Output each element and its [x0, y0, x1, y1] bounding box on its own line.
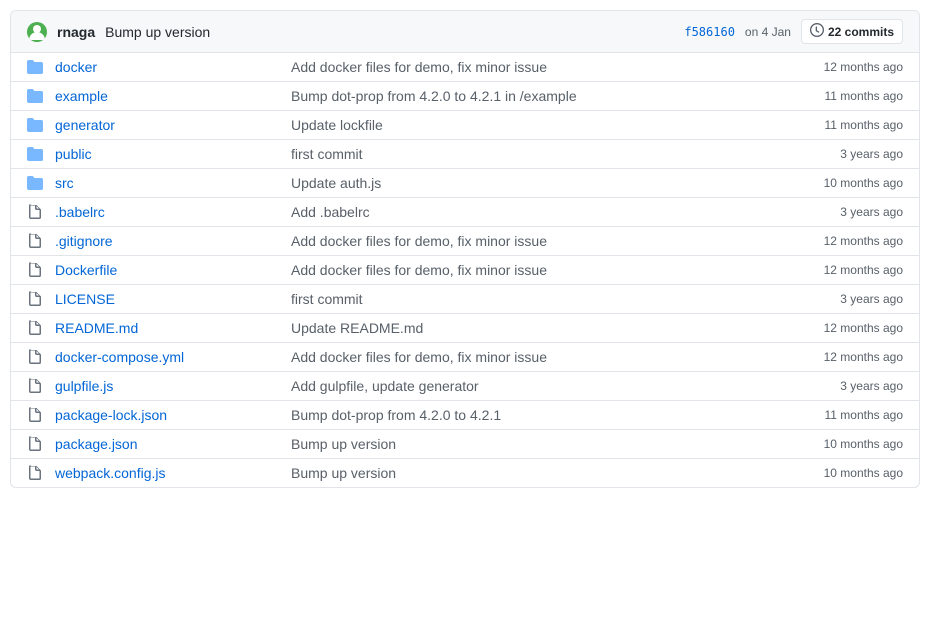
- file-commit-message[interactable]: Add docker files for demo, fix minor iss…: [275, 349, 793, 365]
- file-commit-message[interactable]: first commit: [275, 146, 793, 162]
- file-commit-message[interactable]: Bump up version: [275, 436, 793, 452]
- table-row: package.jsonBump up version10 months ago: [11, 430, 919, 459]
- table-row: gulpfile.jsAdd gulpfile, update generato…: [11, 372, 919, 401]
- folder-icon: [27, 175, 55, 191]
- table-row: webpack.config.jsBump up version10 month…: [11, 459, 919, 487]
- folder-icon: [27, 117, 55, 133]
- file-age: 12 months ago: [793, 60, 903, 74]
- file-name[interactable]: webpack.config.js: [55, 465, 275, 481]
- file-icon: [27, 291, 55, 307]
- commits-count-label: 22 commits: [828, 25, 894, 39]
- file-age: 12 months ago: [793, 234, 903, 248]
- file-icon: [27, 465, 55, 481]
- table-row: package-lock.jsonBump dot-prop from 4.2.…: [11, 401, 919, 430]
- file-name[interactable]: .gitignore: [55, 233, 275, 249]
- file-commit-message[interactable]: Add docker files for demo, fix minor iss…: [275, 262, 793, 278]
- file-age: 3 years ago: [793, 205, 903, 219]
- file-name[interactable]: package-lock.json: [55, 407, 275, 423]
- file-age: 12 months ago: [793, 321, 903, 335]
- table-row: docker-compose.ymlAdd docker files for d…: [11, 343, 919, 372]
- table-row: publicfirst commit3 years ago: [11, 140, 919, 169]
- file-name[interactable]: LICENSE: [55, 291, 275, 307]
- table-row: srcUpdate auth.js10 months ago: [11, 169, 919, 198]
- clock-icon: [810, 23, 824, 40]
- avatar: [27, 22, 47, 42]
- commits-count-badge[interactable]: 22 commits: [801, 19, 903, 44]
- latest-commit-header: rnaga Bump up version f586160 on 4 Jan 2…: [11, 11, 919, 53]
- file-icon: [27, 204, 55, 220]
- table-row: .babelrcAdd .babelrc3 years ago: [11, 198, 919, 227]
- file-age: 12 months ago: [793, 263, 903, 277]
- file-age: 10 months ago: [793, 176, 903, 190]
- file-name[interactable]: Dockerfile: [55, 262, 275, 278]
- file-age: 11 months ago: [793, 408, 903, 422]
- file-name[interactable]: example: [55, 88, 275, 104]
- file-name[interactable]: docker-compose.yml: [55, 349, 275, 365]
- folder-icon: [27, 88, 55, 104]
- table-row: exampleBump dot-prop from 4.2.0 to 4.2.1…: [11, 82, 919, 111]
- file-age: 3 years ago: [793, 379, 903, 393]
- table-row: .gitignoreAdd docker files for demo, fix…: [11, 227, 919, 256]
- file-commit-message[interactable]: first commit: [275, 291, 793, 307]
- file-name[interactable]: docker: [55, 59, 275, 75]
- commit-author[interactable]: rnaga: [57, 24, 95, 40]
- file-commit-message[interactable]: Update README.md: [275, 320, 793, 336]
- file-commit-message[interactable]: Update lockfile: [275, 117, 793, 133]
- file-age: 3 years ago: [793, 292, 903, 306]
- file-icon: [27, 233, 55, 249]
- commit-date: on 4 Jan: [745, 25, 791, 39]
- file-commit-message[interactable]: Add gulpfile, update generator: [275, 378, 793, 394]
- file-commit-message[interactable]: Bump dot-prop from 4.2.0 to 4.2.1 in /ex…: [275, 88, 793, 104]
- file-age: 3 years ago: [793, 147, 903, 161]
- table-row: dockerAdd docker files for demo, fix min…: [11, 53, 919, 82]
- commit-message: Bump up version: [105, 24, 210, 40]
- files-list: dockerAdd docker files for demo, fix min…: [11, 53, 919, 487]
- file-age: 10 months ago: [793, 437, 903, 451]
- file-name[interactable]: .babelrc: [55, 204, 275, 220]
- file-commit-message[interactable]: Bump dot-prop from 4.2.0 to 4.2.1: [275, 407, 793, 423]
- file-icon: [27, 436, 55, 452]
- file-name[interactable]: package.json: [55, 436, 275, 452]
- file-icon: [27, 378, 55, 394]
- file-icon: [27, 407, 55, 423]
- file-commit-message[interactable]: Bump up version: [275, 465, 793, 481]
- folder-icon: [27, 59, 55, 75]
- file-commit-message[interactable]: Update auth.js: [275, 175, 793, 191]
- file-icon: [27, 262, 55, 278]
- file-commit-message[interactable]: Add .babelrc: [275, 204, 793, 220]
- table-row: README.mdUpdate README.md12 months ago: [11, 314, 919, 343]
- table-row: DockerfileAdd docker files for demo, fix…: [11, 256, 919, 285]
- file-name[interactable]: src: [55, 175, 275, 191]
- file-commit-message[interactable]: Add docker files for demo, fix minor iss…: [275, 59, 793, 75]
- file-icon: [27, 320, 55, 336]
- file-name[interactable]: gulpfile.js: [55, 378, 275, 394]
- repo-file-table: rnaga Bump up version f586160 on 4 Jan 2…: [10, 10, 920, 488]
- file-age: 10 months ago: [793, 466, 903, 480]
- table-row: generatorUpdate lockfile11 months ago: [11, 111, 919, 140]
- file-name[interactable]: public: [55, 146, 275, 162]
- file-icon: [27, 349, 55, 365]
- file-age: 11 months ago: [793, 118, 903, 132]
- folder-icon: [27, 146, 55, 162]
- commit-hash-link[interactable]: f586160: [684, 25, 735, 39]
- file-name[interactable]: README.md: [55, 320, 275, 336]
- file-commit-message[interactable]: Add docker files for demo, fix minor iss…: [275, 233, 793, 249]
- file-age: 11 months ago: [793, 89, 903, 103]
- file-age: 12 months ago: [793, 350, 903, 364]
- file-name[interactable]: generator: [55, 117, 275, 133]
- table-row: LICENSEfirst commit3 years ago: [11, 285, 919, 314]
